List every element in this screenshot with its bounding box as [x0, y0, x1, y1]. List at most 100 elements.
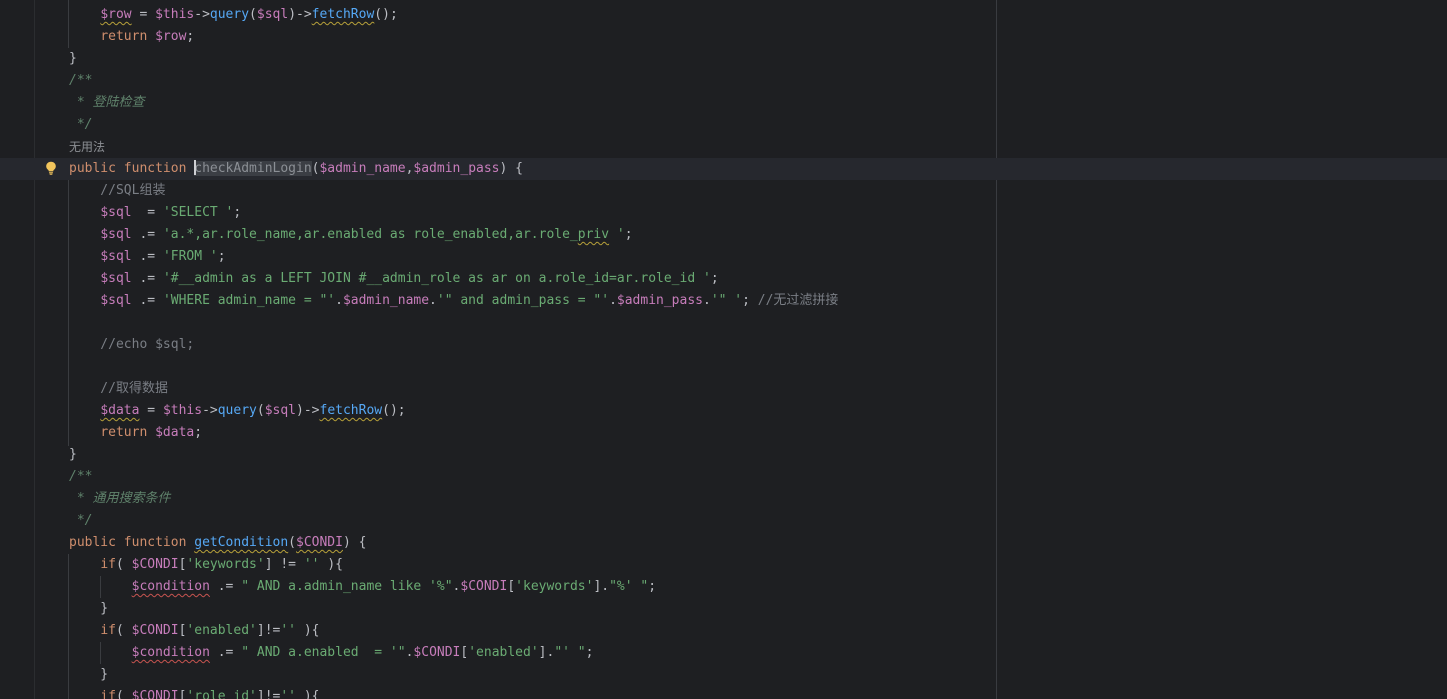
code-line-text: $condition .= " AND a.admin_name like '%… — [69, 576, 656, 598]
code-line[interactable]: */ — [0, 114, 1447, 136]
code-token: } — [69, 667, 109, 682]
code-token: $sql — [100, 249, 132, 264]
code-token: (); — [374, 7, 398, 22]
code-line[interactable] — [0, 356, 1447, 378]
code-line[interactable]: * 通用搜索条件 — [0, 488, 1447, 510]
code-line[interactable]: */ — [0, 510, 1447, 532]
usage-hint[interactable]: 无用法 — [0, 136, 1447, 158]
code-line[interactable]: $condition .= " AND a.admin_name like '%… — [0, 576, 1447, 598]
code-token: $sql — [264, 403, 297, 418]
code-line[interactable]: $sql .= 'FROM '; — [0, 246, 1447, 268]
code-token: fetchRow — [311, 7, 375, 22]
code-token: -> — [202, 403, 218, 418]
code-token: 'keywords' — [186, 557, 265, 572]
code-token: /** — [69, 73, 93, 88]
code-token: $CONDI — [131, 623, 179, 638]
code-token: ; — [186, 29, 195, 44]
code-token: '' — [280, 689, 297, 699]
code-token: '#__admin as a LEFT JOIN #__admin_role a… — [162, 271, 711, 286]
code-token: $sql — [100, 293, 132, 308]
code-token: query — [217, 403, 257, 418]
code-line[interactable]: public function getCondition($CONDI) { — [0, 532, 1447, 554]
lightbulb-icon[interactable] — [45, 161, 57, 175]
code-token: $CONDI — [460, 579, 508, 594]
code-token: ] != — [264, 557, 304, 572]
code-token: $row — [155, 29, 187, 44]
code-line[interactable]: $condition .= " AND a.enabled = '".$COND… — [0, 642, 1447, 664]
code-line-text: */ — [69, 510, 93, 532]
code-line[interactable]: } — [0, 444, 1447, 466]
code-line-text: public function checkAdminLogin($admin_n… — [69, 158, 523, 180]
code-line[interactable]: //SQL组装 — [0, 180, 1447, 202]
code-line-text: $sql .= 'WHERE admin_name = "'.$admin_na… — [69, 290, 838, 312]
code-line-text: /** — [69, 466, 92, 488]
code-token: ( — [115, 557, 132, 572]
code-token: fetchRow — [319, 403, 383, 418]
code-token: [ — [507, 579, 516, 594]
code-token: $CONDI — [131, 689, 179, 699]
code-line-text: $data = $this->query($sql)->fetchRow(); — [69, 400, 405, 422]
code-line[interactable]: $row = $this->query($sql)->fetchRow(); — [0, 4, 1447, 26]
code-line-text: $sql .= '#__admin as a LEFT JOIN #__admi… — [69, 268, 718, 290]
code-token: 'keywords' — [515, 579, 594, 594]
code-token: */ — [69, 513, 93, 528]
code-token: $CONDI — [296, 535, 343, 550]
code-line[interactable]: /** — [0, 466, 1447, 488]
code-line[interactable]: return $row; — [0, 26, 1447, 48]
code-line[interactable]: $data = $this->query($sql)->fetchRow(); — [0, 400, 1447, 422]
code-token: ; — [742, 293, 758, 308]
code-token: ]!= — [256, 689, 281, 699]
code-token: $sql — [256, 7, 289, 22]
code-line[interactable]: $sql .= 'a.*,ar.role_name,ar.enabled as … — [0, 224, 1447, 246]
code-token: 'enabled' — [468, 645, 539, 660]
code-line[interactable]: $sql = 'SELECT '; — [0, 202, 1447, 224]
code-editor[interactable]: $row = $this->query($sql)->fetchRow(); r… — [0, 0, 1447, 699]
code-token: $admin_name — [319, 161, 406, 176]
code-token: ; — [233, 205, 242, 220]
code-line-text: */ — [69, 114, 93, 136]
code-line[interactable] — [0, 312, 1447, 334]
code-token: = — [139, 403, 163, 418]
code-token: 'WHERE admin_name = "' — [162, 293, 336, 308]
code-token: . — [609, 293, 617, 308]
code-line[interactable]: /** — [0, 70, 1447, 92]
code-line-text: $sql = 'SELECT '; — [69, 202, 241, 224]
code-line[interactable]: } — [0, 48, 1447, 70]
code-token: $CONDI — [413, 645, 461, 660]
code-token: public — [69, 161, 116, 176]
code-token: } — [69, 51, 77, 66]
code-line[interactable]: //取得数据 — [0, 378, 1447, 400]
code-token: return — [100, 425, 148, 440]
code-token: ; — [648, 579, 657, 594]
code-line[interactable]: return $data; — [0, 422, 1447, 444]
code-line[interactable]: public function checkAdminLogin($admin_n… — [0, 158, 1447, 180]
code-line[interactable]: $sql .= 'WHERE admin_name = "'.$admin_na… — [0, 290, 1447, 312]
code-line[interactable]: if( $CONDI['enabled']!='' ){ — [0, 620, 1447, 642]
code-line[interactable]: //echo $sql; — [0, 334, 1447, 356]
code-line-text: } — [69, 598, 108, 620]
code-line[interactable]: } — [0, 598, 1447, 620]
code-token: ){ — [296, 689, 320, 699]
code-line[interactable]: if( $CONDI['role_id']!='' ){ — [0, 686, 1447, 699]
code-token: $sql — [100, 205, 132, 220]
code-token: /** — [69, 469, 93, 484]
code-line[interactable]: * 登陆检查 — [0, 92, 1447, 114]
code-line[interactable]: } — [0, 664, 1447, 686]
code-token: . — [429, 293, 437, 308]
code-token: '" ' — [710, 293, 743, 308]
code-token: )-> — [288, 7, 312, 22]
code-token: } — [69, 447, 77, 462]
code-token: = — [131, 7, 156, 22]
code-line[interactable]: if( $CONDI['keywords'] != '' ){ — [0, 554, 1447, 576]
code-token: " AND a.enabled = '" — [241, 645, 406, 660]
code-line[interactable]: $sql .= '#__admin as a LEFT JOIN #__admi… — [0, 268, 1447, 290]
code-line-text: //SQL组装 — [69, 180, 165, 202]
